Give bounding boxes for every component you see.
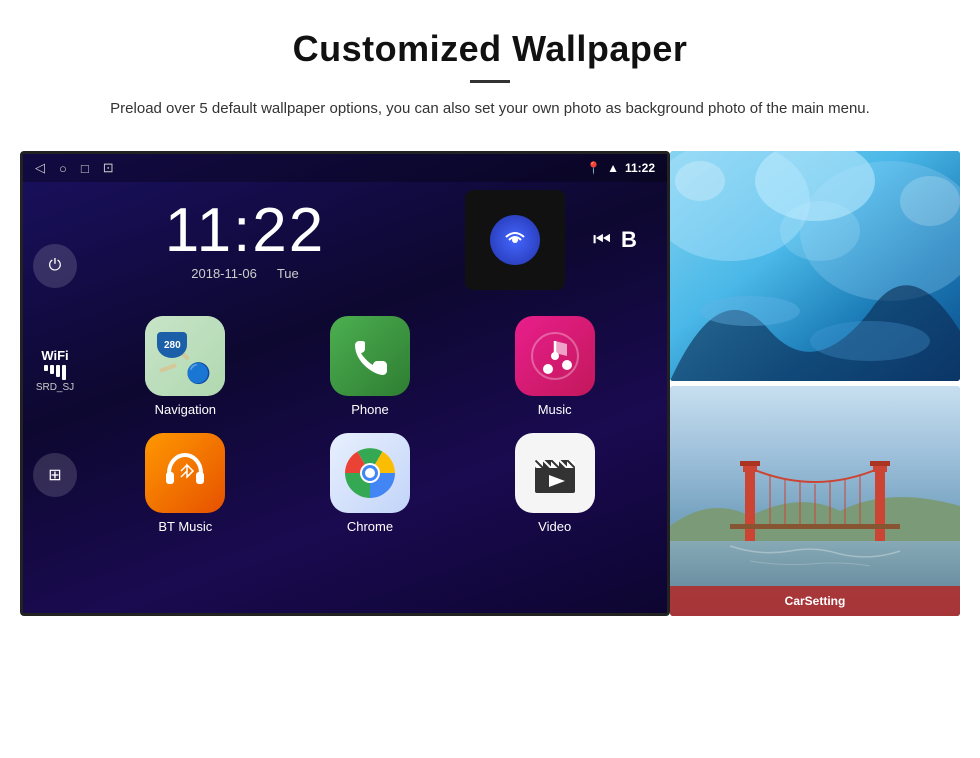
wifi-info: WiFi SRD_SJ xyxy=(36,348,74,393)
status-bar-left: ◁ ○ □ ⊡ xyxy=(35,160,114,176)
music-icon xyxy=(515,316,595,396)
wifi-ssid: SRD_SJ xyxy=(36,382,74,393)
wallpaper-bridge[interactable]: CarSetting xyxy=(670,386,960,616)
media-wifi-icon xyxy=(490,215,540,265)
page-wrapper: Customized Wallpaper Preload over 5 defa… xyxy=(0,0,980,636)
app-phone[interactable]: Phone xyxy=(278,308,463,425)
btmusic-icon xyxy=(145,433,225,513)
btmusic-label: BT Music xyxy=(158,519,212,534)
carsetting-label: CarSetting xyxy=(785,594,846,608)
navigation-label: Navigation xyxy=(155,402,216,417)
device-wrapper: ◁ ○ □ ⊡ 📍 ▲ 11:22 ⏻ WiFi xyxy=(0,133,980,636)
media-widget[interactable] xyxy=(465,190,565,290)
chrome-svg xyxy=(343,446,397,500)
video-icon xyxy=(515,433,595,513)
phone-icon xyxy=(330,316,410,396)
btmusic-svg xyxy=(159,447,211,499)
clock-center xyxy=(455,190,575,290)
location-icon: 📍 xyxy=(586,161,601,175)
status-bar: ◁ ○ □ ⊡ 📍 ▲ 11:22 xyxy=(23,154,667,182)
left-sidebar: ⏻ WiFi SRD_SJ ⊞ xyxy=(33,244,77,497)
back-icon[interactable]: ◁ xyxy=(35,160,45,176)
app-grid: 280 🔵 Navigation Phone xyxy=(23,300,667,550)
clock-right: ⏮ B xyxy=(575,227,655,253)
wifi-bar-1 xyxy=(44,365,48,371)
app-music[interactable]: Music xyxy=(462,308,647,425)
app-video[interactable]: Video xyxy=(462,425,647,542)
wifi-bar-3 xyxy=(56,365,60,377)
clock-date: 2018-11-06 Tue xyxy=(35,266,455,281)
chrome-icon xyxy=(330,433,410,513)
wifi-bar-2 xyxy=(50,365,54,374)
wifi-bar-4 xyxy=(62,365,66,380)
page-title: Customized Wallpaper xyxy=(40,28,940,70)
wifi-bars xyxy=(36,365,74,380)
app-navigation[interactable]: 280 🔵 Navigation xyxy=(93,308,278,425)
phone-label: Phone xyxy=(351,402,389,417)
app-btmusic[interactable]: BT Music xyxy=(93,425,278,542)
app-chrome[interactable]: Chrome xyxy=(278,425,463,542)
antenna-svg xyxy=(501,226,529,254)
grid-button[interactable]: ⊞ xyxy=(33,453,77,497)
status-time: 11:22 xyxy=(625,161,655,175)
page-description: Preload over 5 default wallpaper options… xyxy=(100,97,880,121)
carsetting-bar: CarSetting xyxy=(670,586,960,616)
header-divider xyxy=(470,80,510,83)
home-icon[interactable]: ○ xyxy=(59,161,67,176)
clock-area: 11:22 2018-11-06 Tue xyxy=(23,182,667,296)
music-svg xyxy=(530,331,580,381)
clock-day-value: Tue xyxy=(277,266,299,281)
power-button[interactable]: ⏻ xyxy=(33,244,77,288)
prev-track-icon[interactable]: ⏮ xyxy=(593,229,611,252)
signal-icon: ▲ xyxy=(607,161,619,175)
navigation-icon: 280 🔵 xyxy=(145,316,225,396)
recents-icon[interactable]: □ xyxy=(81,161,89,176)
text-b-icon: B xyxy=(621,227,637,253)
clock-left: 11:22 2018-11-06 Tue xyxy=(35,200,455,281)
wallpaper-ice[interactable] xyxy=(670,151,960,381)
status-bar-right: 📍 ▲ 11:22 xyxy=(586,161,655,175)
video-svg xyxy=(529,447,581,499)
clock-time: 11:22 xyxy=(35,200,455,262)
phone-svg xyxy=(347,333,393,379)
bridge-svg xyxy=(670,386,960,616)
clock-date-value: 2018-11-06 xyxy=(191,266,257,281)
android-screen: ◁ ○ □ ⊡ 📍 ▲ 11:22 ⏻ WiFi xyxy=(20,151,670,616)
video-label: Video xyxy=(538,519,571,534)
screenshot-icon[interactable]: ⊡ xyxy=(103,160,114,176)
page-header: Customized Wallpaper Preload over 5 defa… xyxy=(0,0,980,133)
music-label: Music xyxy=(538,402,572,417)
wallpaper-container: CarSetting xyxy=(670,151,960,616)
wifi-label: WiFi xyxy=(36,348,74,363)
chrome-label: Chrome xyxy=(347,519,393,534)
ice-cave-svg xyxy=(670,151,960,381)
nav-pin: 🔵 xyxy=(186,361,211,386)
